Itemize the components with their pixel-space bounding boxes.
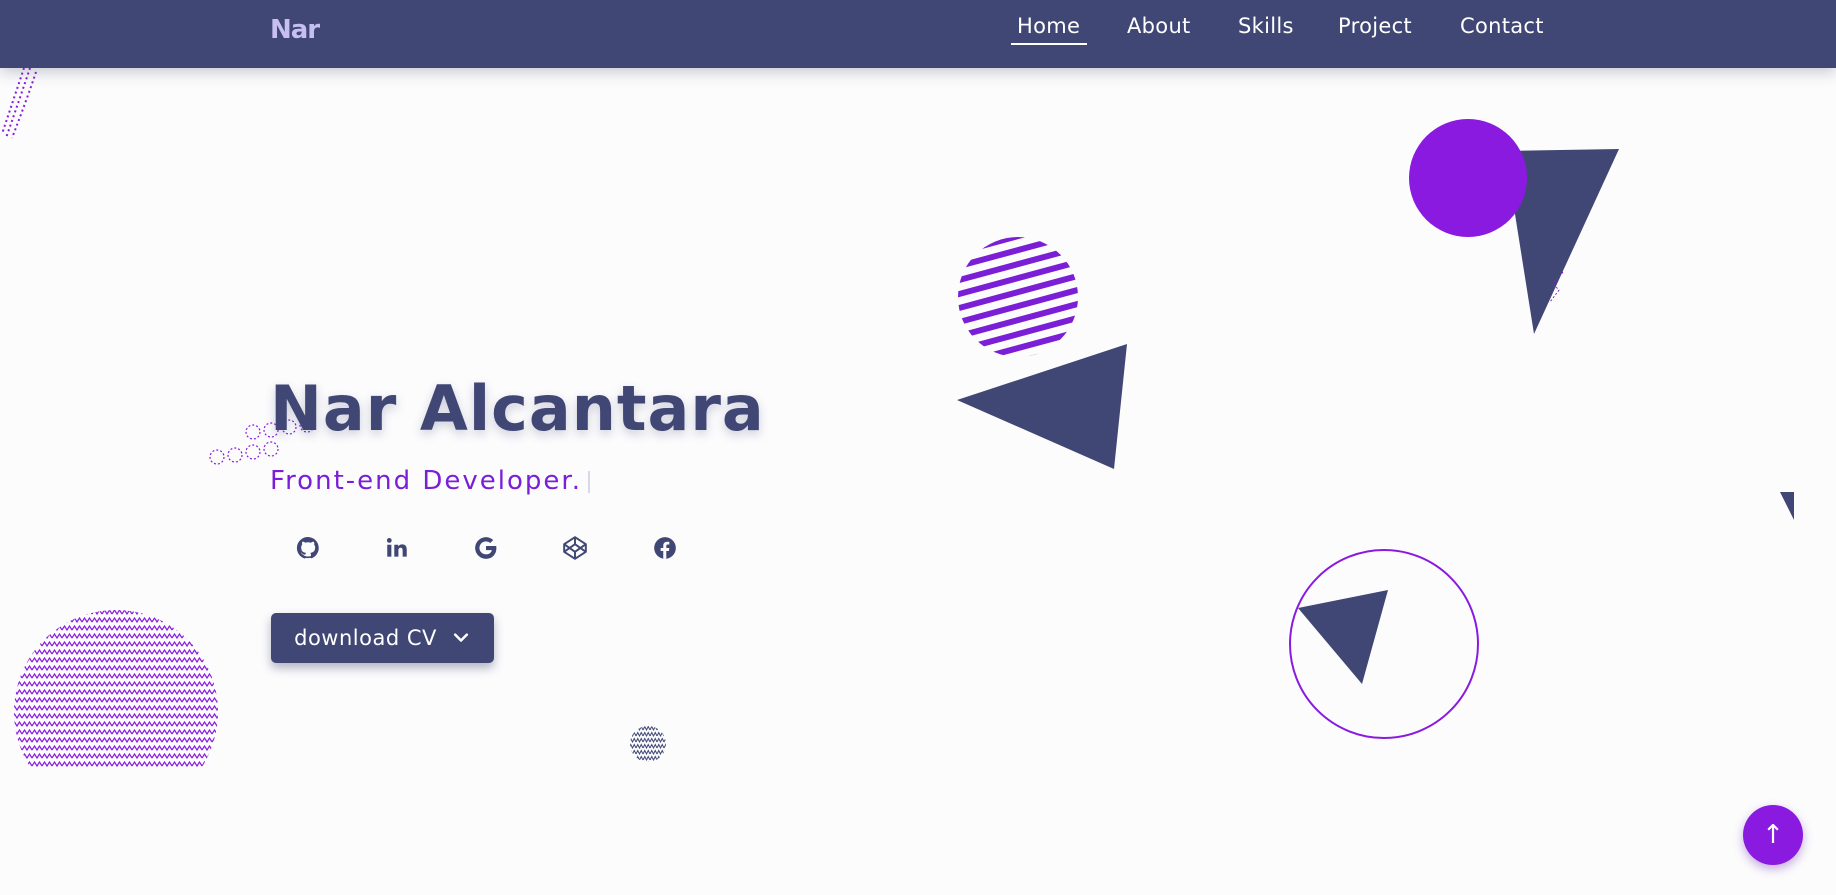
hero-name: Nar Alcantara (270, 372, 765, 445)
github-icon (296, 536, 319, 559)
google-icon (475, 537, 497, 559)
typing-cursor (587, 470, 590, 493)
triangle-decoration (957, 344, 1127, 469)
zigzag-semicircle-decoration (14, 610, 218, 768)
site-logo[interactable]: Nar (270, 15, 320, 45)
triangle-decoration-top-right (1505, 149, 1619, 334)
google-link[interactable] (468, 530, 504, 566)
linkedin-icon (386, 538, 407, 557)
facebook-link[interactable] (647, 530, 683, 566)
squiggle-decoration (1549, 271, 1564, 303)
download-cv-label: download CV (294, 626, 437, 650)
hero-role: Front-end Developer. (270, 466, 590, 496)
zigzag-small-circle-decoration (630, 726, 666, 762)
page: Nar Home About Skills Project Contact Na… (0, 0, 1836, 895)
top-navbar: Nar Home About Skills Project Contact (0, 0, 1836, 68)
codepen-icon (563, 536, 587, 560)
arrow-up-icon: ↑ (1762, 820, 1784, 850)
back-to-top-button[interactable]: ↑ (1743, 805, 1803, 865)
chevron-down-icon (453, 633, 468, 642)
dotted-pattern-decoration (1, 68, 37, 139)
linkedin-link[interactable] (379, 530, 415, 566)
outlined-circle-triangle-decoration (1289, 549, 1479, 739)
edge-triangle-decoration (1780, 492, 1794, 520)
facebook-icon (654, 537, 676, 559)
nav-item-home[interactable]: Home (1010, 14, 1088, 45)
purple-circle-decoration (1409, 119, 1527, 237)
nav-item-project[interactable]: Project (1338, 14, 1412, 38)
nav-item-skills[interactable]: Skills (1238, 14, 1294, 38)
codepen-link[interactable] (557, 530, 593, 566)
github-link[interactable] (290, 530, 326, 566)
striped-circle-decoration (958, 237, 1078, 357)
hero-role-text: Front-end Developer. (270, 466, 582, 496)
nav-item-contact[interactable]: Contact (1460, 14, 1544, 38)
download-cv-button[interactable]: download CV (271, 613, 494, 663)
nav-item-about[interactable]: About (1127, 14, 1191, 38)
